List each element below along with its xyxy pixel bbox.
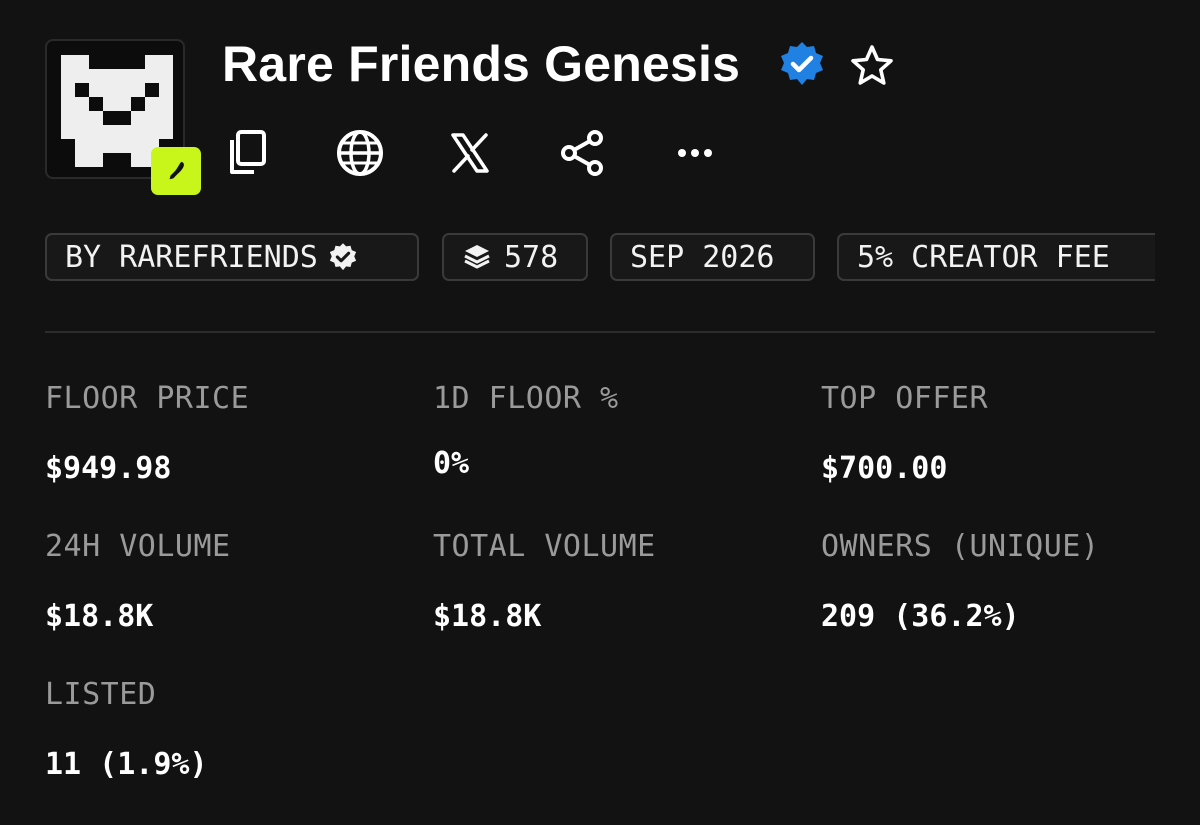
floor-change-value: 0% bbox=[433, 446, 470, 481]
creator-fee-label: 5% CREATOR FEE bbox=[857, 239, 1110, 275]
owners-label: OWNERS (UNIQUE) bbox=[821, 529, 1100, 564]
total-volume-label: TOTAL VOLUME bbox=[433, 529, 656, 564]
verified-small-icon bbox=[329, 243, 356, 271]
top-offer-label: TOP OFFER bbox=[821, 381, 989, 416]
more-icon bbox=[678, 149, 712, 157]
top-offer-value: $700.00 bbox=[821, 451, 948, 486]
creator-label: BY RAREFRIENDS bbox=[65, 239, 318, 275]
creator-fee-chip: 5% CREATOR FEE bbox=[837, 233, 1155, 281]
floor-price-label: FLOOR PRICE bbox=[45, 381, 250, 416]
date-chip: SEP 2026 bbox=[610, 233, 815, 281]
copy-button[interactable] bbox=[222, 128, 272, 178]
listed-label: LISTED bbox=[45, 677, 157, 712]
collection-title: Rare Friends Genesis bbox=[222, 36, 741, 92]
x-twitter-button[interactable] bbox=[445, 128, 495, 178]
x-icon bbox=[451, 133, 489, 173]
pen-icon bbox=[169, 161, 184, 180]
more-options-button[interactable] bbox=[670, 128, 720, 178]
copy-icon bbox=[230, 130, 266, 174]
divider bbox=[45, 331, 1155, 333]
layers-icon bbox=[464, 245, 490, 269]
floor-change-label: 1D FLOOR % bbox=[433, 381, 619, 416]
favorite-star-icon[interactable] bbox=[848, 42, 896, 95]
globe-icon bbox=[337, 130, 383, 176]
pen-badge bbox=[151, 147, 201, 195]
verified-icon bbox=[778, 40, 826, 93]
floor-price-value: $949.98 bbox=[45, 451, 172, 486]
items-count: 578 bbox=[504, 239, 559, 275]
volume-24h-value: $18.8K bbox=[45, 599, 154, 634]
listed-value: 11 (1.9%) bbox=[45, 747, 208, 782]
website-button[interactable] bbox=[335, 128, 385, 178]
total-volume-value: $18.8K bbox=[433, 599, 542, 634]
date-label: SEP 2026 bbox=[630, 239, 775, 275]
owners-value: 209 (36.2%) bbox=[821, 599, 1020, 634]
creator-chip[interactable]: BY RAREFRIENDS bbox=[45, 233, 419, 281]
volume-24h-label: 24H VOLUME bbox=[45, 529, 231, 564]
share-button[interactable] bbox=[558, 128, 608, 178]
share-icon bbox=[561, 130, 603, 176]
items-count-chip: 578 bbox=[442, 233, 588, 281]
